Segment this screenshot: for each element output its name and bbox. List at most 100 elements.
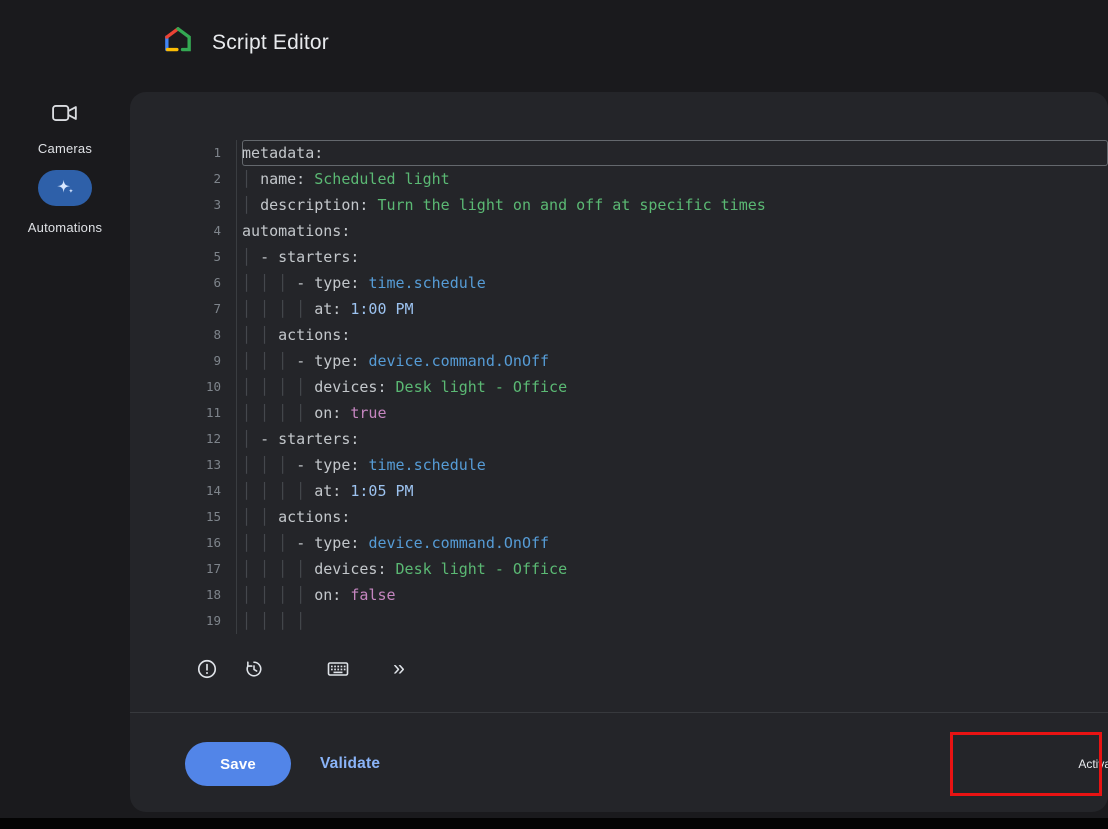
code-token-guide: │ │ │ [242,274,296,292]
code-token-key: at: [314,300,341,318]
code-token-blue: device.command.OnOff [368,352,549,370]
script-editor-window: Script Editor Cameras Automations 123456… [0,0,1108,829]
code-token-key: - starters: [260,430,359,448]
more-tools-button[interactable]: » [386,656,412,682]
code-line[interactable]: metadata: [242,140,1108,166]
line-number: 7 [185,296,236,322]
code-line[interactable]: │ name: Scheduled light [242,166,1108,192]
line-number: 14 [185,478,236,504]
code-token-str: Desk light - Office [396,560,568,578]
code-line[interactable]: │ │ │ │ at: 1:05 PM [242,478,1108,504]
selected-item-pill [38,170,92,206]
footer-divider [130,712,1108,713]
code-token-plain [305,170,314,188]
code-token-str: Desk light - Office [396,378,568,396]
code-line[interactable]: │ │ │ - type: device.command.OnOff [242,348,1108,374]
code-token-key: automations: [242,222,350,240]
code-token-time: 1:00 PM [350,300,413,318]
code-token-key: on: [314,586,341,604]
camera-icon [52,104,78,122]
code-token-time: 1:05 PM [350,482,413,500]
code-token-guide: │ │ │ [242,534,296,552]
navigation-rail: Cameras Automations [0,0,130,829]
code-line[interactable]: │ │ │ - type: device.command.OnOff [242,530,1108,556]
code-line[interactable]: │ │ actions: [242,504,1108,530]
script-editor-panel: 12345678910111213141516171819 metadata:│… [130,92,1108,812]
code-line[interactable]: │ │ actions: [242,322,1108,348]
code-token-blue: time.schedule [368,274,485,292]
line-number: 9 [185,348,236,374]
chevron-double-right-icon: » [393,656,405,682]
code-token-guide: │ │ │ │ [242,404,314,422]
code-token-key: - type: [296,456,359,474]
code-token-key: devices: [314,378,386,396]
code-line[interactable]: │ │ │ │ devices: Desk light - Office [242,556,1108,582]
code-token-key: - type: [296,352,359,370]
code-token-key: actions: [278,508,350,526]
history-icon [243,658,265,680]
code-token-guide: │ [242,430,260,448]
code-token-key: - starters: [260,248,359,266]
code-line[interactable]: │ │ │ │ devices: Desk light - Office [242,374,1108,400]
sidebar-item-cameras[interactable]: Cameras [0,104,130,156]
code-line[interactable]: automations: [242,218,1108,244]
code-token-guide: │ │ │ │ [242,586,314,604]
sidebar-item-automations[interactable]: Automations [0,170,130,235]
code-line[interactable]: │ - starters: [242,244,1108,270]
google-home-logo-icon [162,25,194,54]
sparkle-icon [54,177,76,199]
code-token-blue: time.schedule [368,456,485,474]
code-token-key: description: [260,196,368,214]
code-token-guide: │ [242,170,260,188]
code-token-guide: │ │ │ [242,456,296,474]
code-line[interactable]: │ │ │ │ on: true [242,400,1108,426]
code-token-guide: │ [242,248,260,266]
code-token-plain [387,378,396,396]
code-token-key: actions: [278,326,350,344]
save-button[interactable]: Save [185,742,291,786]
code-token-str: Scheduled light [314,170,449,188]
line-number: 4 [185,218,236,244]
code-line[interactable]: │ - starters: [242,426,1108,452]
code-token-guide: │ │ │ │ [242,560,314,578]
sidebar-item-label: Cameras [0,141,130,156]
code-token-key: devices: [314,560,386,578]
line-number: 16 [185,530,236,556]
code-token-plain [387,560,396,578]
code-lines: metadata:│ name: Scheduled light│ descri… [237,140,1108,634]
code-editor[interactable]: 12345678910111213141516171819 metadata:│… [185,140,1108,634]
problems-icon [196,658,218,680]
code-token-guide: │ │ │ │ [242,482,314,500]
validate-button[interactable]: Validate [320,742,380,786]
code-token-key: on: [314,404,341,422]
code-token-key: name: [260,170,305,188]
keyboard-icon [326,657,350,681]
line-number: 18 [185,582,236,608]
code-line[interactable]: │ │ │ │ [242,608,1108,634]
line-number: 5 [185,244,236,270]
keyboard-button[interactable] [325,656,351,682]
code-token-guide: │ │ │ [242,352,296,370]
code-line[interactable]: │ │ │ │ at: 1:00 PM [242,296,1108,322]
line-number: 17 [185,556,236,582]
problems-button[interactable] [194,656,220,682]
line-number: 11 [185,400,236,426]
code-token-guide: │ [242,196,260,214]
code-token-blue: device.command.OnOff [368,534,549,552]
history-button[interactable] [241,656,267,682]
line-number: 12 [185,426,236,452]
code-token-key: - type: [296,534,359,552]
code-line[interactable]: │ description: Turn the light on and off… [242,192,1108,218]
code-token-key: metadata: [242,144,323,162]
line-number: 10 [185,374,236,400]
line-number: 19 [185,608,236,634]
line-number: 13 [185,452,236,478]
code-token-guide: │ │ [242,326,278,344]
code-line[interactable]: │ │ │ │ on: false [242,582,1108,608]
code-line[interactable]: │ │ │ - type: time.schedule [242,270,1108,296]
code-token-guide: │ │ [242,508,278,526]
line-number: 1 [185,140,236,166]
line-number: 3 [185,192,236,218]
code-line[interactable]: │ │ │ - type: time.schedule [242,452,1108,478]
code-token-bool: true [350,404,386,422]
